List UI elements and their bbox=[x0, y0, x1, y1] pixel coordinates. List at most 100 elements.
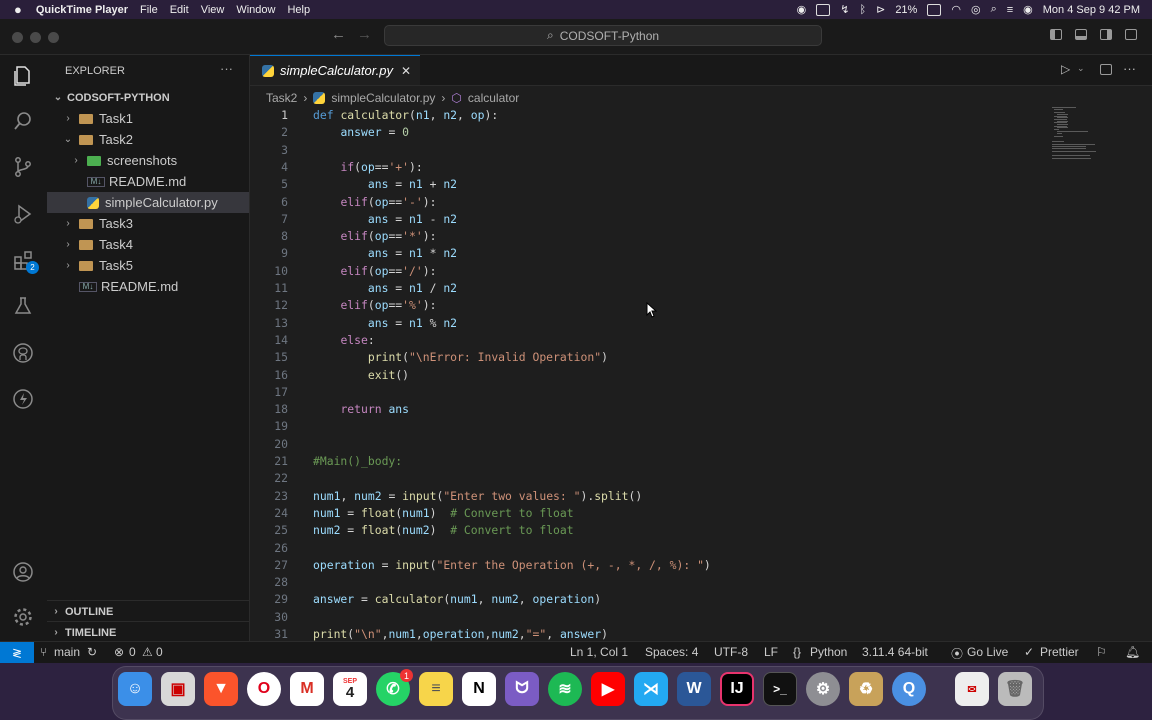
end-of-line[interactable]: LF bbox=[764, 645, 778, 659]
download-icon[interactable]: ↯ bbox=[840, 3, 849, 16]
outline-section[interactable]: › OUTLINE bbox=[47, 600, 249, 622]
tree-file-simplecalculator[interactable]: simpleCalculator.py bbox=[47, 192, 249, 213]
account-icon[interactable] bbox=[11, 560, 35, 584]
customize-layout-icon[interactable] bbox=[1125, 29, 1137, 40]
screen-icon[interactable] bbox=[816, 3, 831, 16]
activity-bar: 2 bbox=[0, 55, 48, 641]
breadcrumb-symbol[interactable]: calculator bbox=[468, 91, 519, 105]
prettier-button[interactable]: Prettier bbox=[1040, 645, 1079, 659]
spotify-icon[interactable]: ≋ bbox=[548, 672, 582, 706]
wifi-icon[interactable]: ◠ bbox=[951, 3, 961, 16]
settings-gear-icon[interactable] bbox=[11, 605, 35, 629]
breadcrumb-file[interactable]: simpleCalculator.py bbox=[331, 91, 435, 105]
cursor-position[interactable]: Ln 1, Col 1 bbox=[570, 645, 628, 659]
folder-icon bbox=[79, 239, 93, 250]
explorer-icon[interactable] bbox=[11, 64, 35, 88]
zoom-window-button[interactable] bbox=[48, 32, 59, 43]
user-icon[interactable]: ◎ bbox=[971, 3, 981, 16]
breadcrumb-folder[interactable]: Task2 bbox=[266, 91, 297, 105]
minimize-window-button[interactable] bbox=[30, 32, 41, 43]
tree-folder-task1[interactable]: › Task1 bbox=[47, 108, 249, 129]
sync-icon[interactable]: ↻ bbox=[87, 645, 97, 659]
run-python-file-icon[interactable]: ▷ bbox=[1061, 62, 1070, 76]
split-editor-icon[interactable] bbox=[1100, 64, 1112, 75]
run-debug-icon[interactable] bbox=[11, 202, 35, 226]
menu-view[interactable]: View bbox=[201, 4, 225, 16]
word-icon[interactable]: W bbox=[677, 672, 711, 706]
search-icon[interactable] bbox=[11, 109, 35, 133]
remote-indicator-icon[interactable]: ≷ bbox=[0, 642, 34, 664]
workspace-root[interactable]: ⌄ CODSOFT-PYTHON bbox=[47, 87, 249, 108]
run-dropdown-chevron-icon[interactable]: ⌄ bbox=[1077, 63, 1085, 74]
downloads-stack-icon[interactable]: ✉ bbox=[955, 672, 989, 706]
notifications-bell-icon[interactable]: 🔔︎ bbox=[1125, 645, 1140, 659]
archive-utility-icon[interactable]: ♻ bbox=[849, 672, 883, 706]
trash-icon[interactable]: 🗑︎ bbox=[998, 672, 1032, 706]
play-icon[interactable]: ⊳ bbox=[876, 3, 885, 16]
siri-icon[interactable]: ◉ bbox=[1023, 3, 1033, 16]
spotlight-search-icon[interactable]: ⌕ bbox=[991, 3, 997, 16]
menu-help[interactable]: Help bbox=[287, 4, 310, 16]
source-control-icon[interactable] bbox=[11, 155, 35, 179]
brave-browser-icon[interactable]: ▼ bbox=[204, 672, 238, 706]
tree-folder-task2[interactable]: ⌄ Task2 bbox=[47, 129, 249, 150]
testing-flask-icon[interactable] bbox=[11, 294, 35, 318]
notes-icon[interactable]: ≡ bbox=[419, 672, 453, 706]
menu-clock[interactable]: Mon 4 Sep 9 42 PM bbox=[1043, 4, 1140, 16]
system-settings-icon[interactable]: ⚙ bbox=[806, 672, 840, 706]
go-live-button[interactable]: Go Live bbox=[967, 645, 1008, 659]
minimap[interactable] bbox=[1048, 107, 1108, 167]
back-arrow-icon[interactable]: ← bbox=[331, 26, 346, 43]
gmail-icon[interactable]: M bbox=[290, 672, 324, 706]
menu-edit[interactable]: Edit bbox=[170, 4, 189, 16]
tree-file-readme-root[interactable]: M↓ README.md bbox=[47, 276, 249, 297]
timeline-section[interactable]: › TIMELINE bbox=[47, 621, 249, 643]
lightning-icon[interactable] bbox=[11, 387, 35, 411]
errors-icon[interactable]: ⊗ bbox=[114, 645, 124, 659]
toggle-panel-icon[interactable] bbox=[1075, 29, 1087, 40]
record-stop-icon[interactable]: ◉ bbox=[797, 3, 807, 16]
close-window-button[interactable] bbox=[12, 32, 23, 43]
indentation[interactable]: Spaces: 4 bbox=[645, 645, 698, 659]
markdown-file-icon: M↓ bbox=[79, 281, 97, 292]
menu-window[interactable]: Window bbox=[236, 4, 275, 16]
forward-arrow-icon[interactable]: → bbox=[357, 26, 372, 43]
editor-more-actions-icon[interactable]: ··· bbox=[1123, 61, 1136, 76]
code-editor[interactable]: 1 def calculator(n1, n2, op): 2 answer = 0… bbox=[250, 107, 1100, 641]
warnings-icon[interactable]: ⚠ bbox=[142, 645, 153, 659]
opera-icon[interactable]: O bbox=[247, 672, 281, 706]
explorer-more-icon[interactable]: ··· bbox=[220, 61, 233, 76]
language-mode[interactable]: Python bbox=[810, 645, 847, 659]
github-icon[interactable] bbox=[11, 341, 35, 365]
command-center-search[interactable]: ⌕ CODSOFT-Python bbox=[384, 25, 822, 46]
toggle-sidebar-icon[interactable] bbox=[1050, 29, 1062, 40]
finder-icon[interactable]: ☺ bbox=[118, 672, 152, 706]
intellij-icon[interactable]: IJ bbox=[720, 672, 754, 706]
tree-folder-task4[interactable]: › Task4 bbox=[47, 234, 249, 255]
purple-cat-app-icon[interactable]: ᗢ bbox=[505, 672, 539, 706]
vscode-icon[interactable]: ⋊ bbox=[634, 672, 668, 706]
menu-app-name[interactable]: QuickTime Player bbox=[36, 4, 128, 16]
tree-file-readme-task2[interactable]: M↓ README.md bbox=[47, 171, 249, 192]
control-center-icon[interactable]: ≡ bbox=[1007, 4, 1013, 16]
branch-name[interactable]: main bbox=[54, 645, 80, 659]
tree-folder-screenshots[interactable]: › screenshots bbox=[47, 150, 249, 171]
photo-booth-icon[interactable]: ▣ bbox=[161, 672, 195, 706]
menu-file[interactable]: File bbox=[140, 4, 158, 16]
tree-folder-task5[interactable]: › Task5 bbox=[47, 255, 249, 276]
quicktime-icon[interactable]: Q bbox=[892, 672, 926, 706]
notion-icon[interactable]: N bbox=[462, 672, 496, 706]
tree-folder-task3[interactable]: › Task3 bbox=[47, 213, 249, 234]
bluetooth-icon[interactable]: ᛒ bbox=[859, 4, 866, 16]
feedback-icon[interactable]: ⚐ bbox=[1096, 645, 1107, 659]
youtube-icon[interactable]: ▶ bbox=[591, 672, 625, 706]
file-encoding[interactable]: UTF-8 bbox=[714, 645, 748, 659]
apple-menu-icon[interactable]: ● bbox=[14, 2, 22, 17]
python-interpreter[interactable]: 3.11.4 64-bit bbox=[862, 645, 928, 659]
calendar-icon[interactable]: SEP 4 bbox=[333, 672, 367, 706]
terminal-icon[interactable]: >_ bbox=[763, 672, 797, 706]
editor-tab-active[interactable]: simpleCalculator.py ✕ bbox=[250, 55, 420, 85]
tab-close-icon[interactable]: ✕ bbox=[401, 64, 411, 78]
toggle-secondary-sidebar-icon[interactable] bbox=[1100, 29, 1112, 40]
battery-icon[interactable] bbox=[927, 3, 942, 16]
